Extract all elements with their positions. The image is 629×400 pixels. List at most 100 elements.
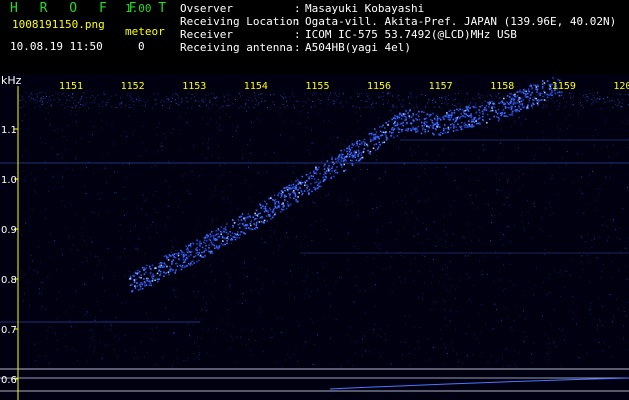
trace-dot [388, 120, 390, 123]
trace-dot [189, 244, 191, 246]
trace-dot [304, 184, 306, 187]
noise-dot [102, 277, 103, 279]
noise-dot [61, 129, 63, 131]
trace-dot [360, 152, 363, 154]
noise-dot [248, 166, 249, 168]
noise-dot [451, 245, 453, 247]
trace-dot [436, 117, 439, 120]
noise-dot [542, 96, 544, 98]
noise-dot [409, 102, 411, 104]
trace-dot [246, 224, 249, 226]
trace-dot [238, 236, 241, 239]
noise-dot [168, 186, 170, 188]
noise-dot [74, 326, 76, 328]
trace-dot [280, 194, 283, 197]
noise-dot [191, 171, 193, 173]
noise-dot [457, 103, 459, 105]
noise-dot [161, 149, 163, 151]
trace-dot [293, 192, 296, 194]
noise-dot [459, 106, 461, 108]
noise-dot [93, 126, 95, 127]
noise-dot [27, 281, 29, 283]
trace-dot [493, 115, 495, 118]
noise-dot [316, 272, 318, 274]
trace-dot [357, 155, 360, 157]
noise-dot [343, 93, 344, 95]
noise-dot [120, 135, 122, 137]
noise-dot [172, 288, 174, 290]
noise-dot [123, 214, 125, 216]
noise-dot [86, 101, 88, 103]
noise-dot [293, 104, 295, 106]
noise-dot [87, 260, 89, 262]
x-tick-label: 1156 [367, 81, 391, 92]
noise-dot [71, 97, 73, 99]
noise-dot [603, 98, 605, 99]
noise-dot [492, 281, 494, 283]
noise-dot [425, 200, 426, 202]
noise-dot [140, 341, 142, 343]
trace-dot [215, 229, 217, 232]
noise-dot [259, 267, 261, 269]
noise-dot [259, 312, 261, 314]
trace-dot [354, 154, 357, 156]
trace-dot [274, 198, 277, 201]
trace-dot [539, 92, 542, 94]
noise-dot [285, 96, 286, 98]
trace-dot [524, 94, 526, 97]
trace-dot [467, 126, 470, 128]
noise-dot [438, 240, 440, 242]
noise-dot [34, 343, 36, 345]
trace-dot [328, 165, 330, 167]
noise-dot [493, 303, 495, 305]
noise-dot [96, 301, 98, 302]
noise-dot [442, 149, 443, 151]
noise-dot [320, 109, 322, 111]
noise-dot [590, 98, 592, 100]
trace-dot [198, 249, 201, 251]
noise-dot [491, 215, 493, 217]
noise-dot [297, 360, 299, 362]
noise-dot [333, 100, 335, 102]
noise-dot [413, 280, 415, 282]
noise-dot [90, 253, 92, 255]
noise-dot [229, 104, 230, 106]
trace-dot [280, 196, 282, 199]
noise-dot [485, 202, 487, 204]
noise-dot [187, 324, 189, 326]
noise-dot [445, 100, 447, 102]
noise-dot [198, 346, 200, 347]
x-tick-label: 1155 [305, 81, 329, 92]
trace-dot [415, 118, 418, 120]
trace-dot [519, 89, 521, 92]
noise-dot [218, 129, 220, 131]
noise-dot [358, 214, 360, 216]
trace-dot [348, 145, 351, 147]
noise-dot [237, 301, 239, 303]
trace-dot [479, 122, 481, 124]
noise-dot [67, 125, 69, 127]
noise-dot [431, 102, 433, 104]
noise-dot [95, 97, 97, 99]
noise-dot [207, 147, 209, 149]
noise-dot [129, 104, 131, 106]
trace-dot [243, 217, 245, 220]
trace-dot [340, 160, 342, 162]
trace-dot [306, 179, 308, 182]
trace-dot [463, 112, 466, 115]
noise-dot [586, 352, 588, 354]
noise-dot [543, 104, 544, 106]
noise-dot [38, 293, 40, 295]
noise-dot [627, 237, 629, 239]
noise-dot [378, 117, 380, 119]
trace-dot [158, 262, 161, 265]
trace-dot [144, 285, 146, 287]
noise-dot [153, 339, 155, 341]
trace-dot [408, 116, 411, 119]
noise-dot [229, 184, 231, 186]
trace-dot [521, 104, 524, 107]
noise-dot [619, 93, 621, 95]
noise-dot [83, 105, 85, 107]
noise-dot [531, 107, 533, 109]
noise-dot [320, 100, 322, 101]
